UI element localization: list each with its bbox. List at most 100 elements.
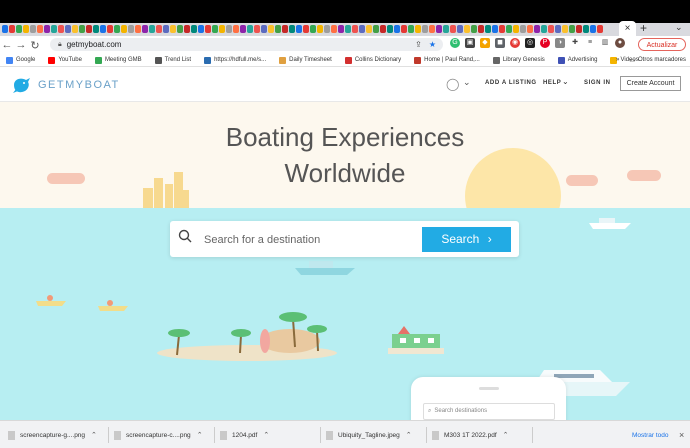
bookmark-item[interactable]: Collins Dictionary (344, 56, 401, 64)
address-bar[interactable]: 🔒︎ getmyboat.com ⇪ ★ (50, 38, 443, 51)
tab-favicon-icon[interactable] (590, 25, 596, 33)
lock-icon[interactable]: 🔒︎ (58, 41, 62, 49)
tab-favicon-icon[interactable] (527, 25, 533, 33)
new-tab-button[interactable]: + (640, 21, 647, 35)
tab-favicon-icon[interactable] (16, 25, 22, 33)
tab-favicon-icon[interactable] (520, 25, 526, 33)
chevron-up-icon[interactable]: ⌃ (406, 431, 412, 439)
tab-favicon-icon[interactable] (366, 25, 372, 33)
tab-favicon-icon[interactable] (597, 25, 603, 33)
tab-favicon-icon[interactable] (149, 25, 155, 33)
help-menu[interactable]: HELP (543, 80, 561, 86)
tab-favicon-icon[interactable] (9, 25, 15, 33)
create-account-button[interactable]: Create Account (620, 76, 681, 91)
tab-favicon-icon[interactable] (58, 25, 64, 33)
tab-favicon-icon[interactable] (44, 25, 50, 33)
tab-favicon-icon[interactable] (142, 25, 148, 33)
tab-favicon-icon[interactable] (79, 25, 85, 33)
tab-favicon-icon[interactable] (219, 25, 225, 33)
bookmark-item[interactable]: Trend List (154, 56, 191, 64)
tab-favicon-icon[interactable] (93, 25, 99, 33)
tab-favicon-icon[interactable] (359, 25, 365, 33)
url-text[interactable]: getmyboat.com (67, 40, 415, 49)
tab-favicon-icon[interactable] (331, 25, 337, 33)
tab-favicon-icon[interactable] (261, 25, 267, 33)
tab-favicon-icon[interactable] (436, 25, 442, 33)
tab-favicon-icon[interactable] (492, 25, 498, 33)
bookmark-item[interactable]: Advertising (557, 56, 597, 64)
tab-favicon-icon[interactable] (268, 25, 274, 33)
tab-favicon-icon[interactable] (233, 25, 239, 33)
tab-favicon-icon[interactable] (212, 25, 218, 33)
tab-favicon-icon[interactable] (128, 25, 134, 33)
tab-favicon-icon[interactable] (338, 25, 344, 33)
tab-favicon-icon[interactable] (548, 25, 554, 33)
tab-favicon-icon[interactable] (464, 25, 470, 33)
tab-favicon-icon[interactable] (30, 25, 36, 33)
bookmark-item[interactable]: Home | Paul Rand,... (414, 56, 480, 64)
close-icon[interactable]: × (679, 430, 684, 440)
download-item[interactable]: screencapture-c....png ⌃ (114, 427, 203, 443)
tab-favicon-icon[interactable] (23, 25, 29, 33)
globe-icon[interactable]: ◯ (446, 77, 459, 91)
tab-favicon-icon[interactable] (37, 25, 43, 33)
tab-favicon-icon[interactable] (240, 25, 246, 33)
extension-icon[interactable]: ◑ (555, 38, 565, 48)
extension-icon[interactable]: ◼ (495, 38, 505, 48)
tab-favicon-icon[interactable] (156, 25, 162, 33)
avatar[interactable]: ● (615, 38, 625, 48)
tab-favicon-icon[interactable] (282, 25, 288, 33)
extension-icon[interactable]: P (540, 38, 550, 48)
chevron-up-icon[interactable]: ⌃ (91, 431, 97, 439)
tab-favicon-icon[interactable] (457, 25, 463, 33)
tab-favicon-icon[interactable] (275, 25, 281, 33)
site-logo[interactable]: GETMYBOAT (12, 76, 120, 94)
tab-favicon-icon[interactable] (513, 25, 519, 33)
share-icon[interactable]: ⇪ (415, 40, 422, 49)
tab-favicon-icon[interactable] (408, 25, 414, 33)
extension-icon[interactable]: G (450, 38, 460, 48)
extension-icon[interactable]: ▣ (465, 38, 475, 48)
tab-favicon-icon[interactable] (345, 25, 351, 33)
bookmarks-more-button[interactable]: » (616, 57, 619, 63)
reload-icon[interactable]: ↻ (28, 39, 42, 52)
chevron-down-icon[interactable]: ⌄ (463, 77, 471, 88)
sign-in-link[interactable]: SIGN IN (584, 80, 611, 86)
reading-list-icon[interactable]: ≡ (585, 38, 595, 48)
tab-favicon-icon[interactable] (422, 25, 428, 33)
download-item[interactable]: 1204.pdf ⌃ (220, 427, 269, 443)
tab-favicon-icon[interactable] (394, 25, 400, 33)
tab-favicon-icon[interactable] (51, 25, 57, 33)
tab-favicon-icon[interactable] (226, 25, 232, 33)
tab-favicon-icon[interactable] (296, 25, 302, 33)
show-all-downloads-link[interactable]: Mostrar todo (632, 432, 669, 439)
bookmark-item[interactable]: Daily Timesheet (279, 56, 332, 64)
tab-favicon-icon[interactable] (534, 25, 540, 33)
tab-favicon-icon[interactable] (310, 25, 316, 33)
puzzle-icon[interactable]: ✚ (570, 38, 580, 48)
tab-favicon-icon[interactable] (65, 25, 71, 33)
tab-favicon-icon[interactable] (541, 25, 547, 33)
tab-favicon-icon[interactable] (352, 25, 358, 33)
tab-favicon-icon[interactable] (485, 25, 491, 33)
tab-favicon-icon[interactable] (471, 25, 477, 33)
forward-icon[interactable]: → (14, 39, 28, 51)
bookmark-item[interactable]: Library Genesis (492, 56, 545, 64)
bookmark-item[interactable]: YouTube (48, 56, 82, 64)
tab-favicon-icon[interactable] (450, 25, 456, 33)
tab-favicon-icon[interactable] (107, 25, 113, 33)
tab-favicon-icon[interactable] (135, 25, 141, 33)
destination-search-input[interactable] (202, 229, 421, 251)
tab-favicon-icon[interactable] (324, 25, 330, 33)
tab-favicon-icon[interactable] (387, 25, 393, 33)
tab-favicon-icon[interactable] (401, 25, 407, 33)
tab-favicon-icon[interactable] (576, 25, 582, 33)
active-tab-close-icon[interactable]: × (619, 21, 636, 36)
tab-favicon-icon[interactable] (443, 25, 449, 33)
chevron-up-icon[interactable]: ⌃ (263, 431, 269, 439)
tab-favicon-icon[interactable] (72, 25, 78, 33)
tab-favicon-icon[interactable] (205, 25, 211, 33)
update-button[interactable]: Actualizar (638, 38, 686, 51)
back-icon[interactable]: ← (0, 39, 14, 51)
tab-favicon-icon[interactable] (163, 25, 169, 33)
